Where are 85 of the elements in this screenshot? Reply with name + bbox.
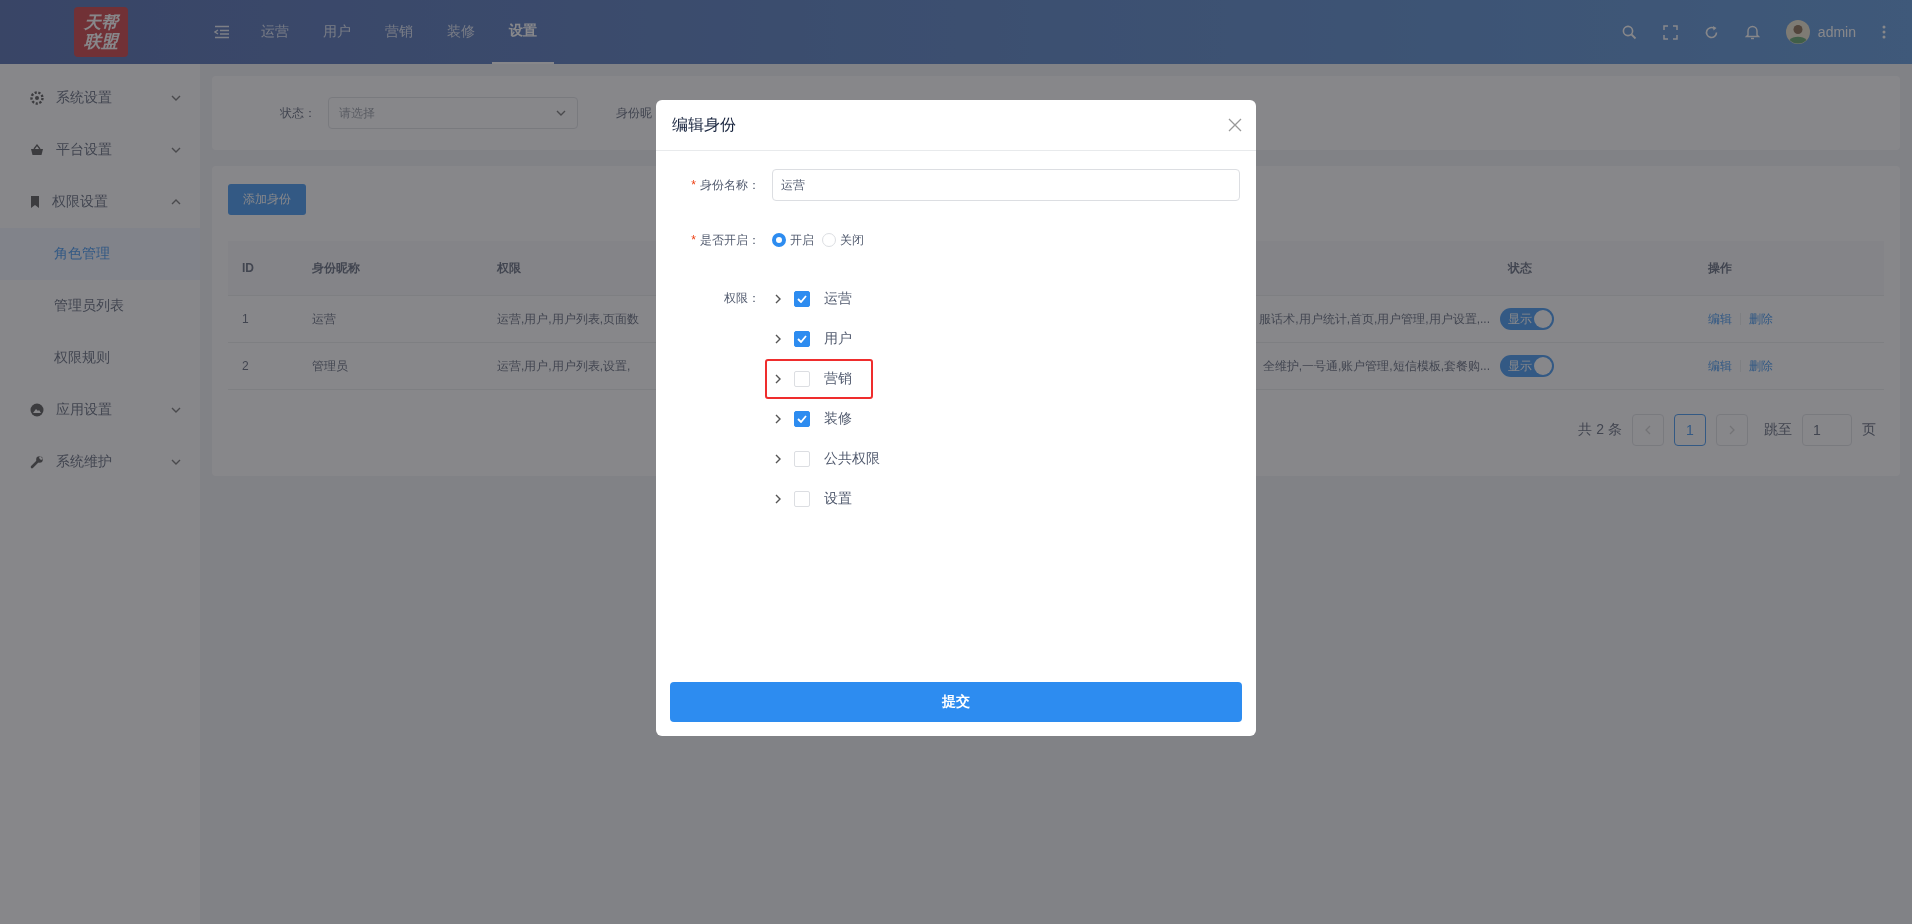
check-icon <box>797 335 807 343</box>
more-icon[interactable] <box>1882 25 1886 39</box>
wrench-icon <box>30 455 44 469</box>
table-cell: 运营,用户,用户列表,设置, <box>497 357 631 375</box>
table-cell-text: 2 <box>241 359 250 373</box>
basket-icon <box>30 143 44 157</box>
action-link[interactable]: 删除 <box>1749 310 1773 328</box>
sidebar-subitem[interactable]: 管理员列表 <box>0 280 200 332</box>
nav-tab[interactable]: 用户 <box>306 0 368 64</box>
tree-label[interactable]: 用户 <box>824 330 852 348</box>
role-name-input[interactable]: 运营 <box>772 169 1240 201</box>
table-cell: 运营,用户,用户列表,页面数 <box>497 310 639 328</box>
table-cell-text: 运营 <box>311 310 337 328</box>
action-link[interactable]: 编辑 <box>1708 357 1732 375</box>
logo: 天帮 联盟 <box>74 7 128 57</box>
page-button[interactable]: 1 <box>1674 414 1706 446</box>
tree-label[interactable]: 公共权限 <box>824 450 880 468</box>
radio-option[interactable]: 关闭 <box>822 231 864 249</box>
checkbox[interactable] <box>794 331 810 347</box>
column-header: 操作 <box>1707 259 1733 277</box>
sidebar-item[interactable]: 平台设置 <box>0 124 200 176</box>
sidebar-subitem[interactable]: 权限规则 <box>0 332 200 384</box>
tree-label[interactable]: 运营 <box>824 290 852 308</box>
table-cell-text: 管理员 <box>311 357 349 375</box>
sidebar-item[interactable]: 应用设置 <box>0 384 200 436</box>
check-icon <box>797 415 807 423</box>
sidebar-subitem[interactable]: 角色管理 <box>0 228 200 280</box>
checkbox[interactable] <box>794 411 810 427</box>
tree-item[interactable]: 设置 <box>765 479 873 519</box>
user-name[interactable]: admin <box>1817 24 1856 40</box>
expand-icon[interactable] <box>774 494 782 504</box>
field-label: 身份昵 <box>616 104 652 122</box>
tree-item[interactable]: 运营 <box>765 279 873 319</box>
expand-icon[interactable] <box>774 414 782 424</box>
menu-fold-icon[interactable] <box>214 25 230 39</box>
submit-button[interactable]: 提交 <box>670 682 1242 722</box>
bell-icon[interactable] <box>1744 24 1760 40</box>
column-header: ID <box>241 261 255 275</box>
tree-item[interactable]: 用户 <box>765 319 873 359</box>
status-toggle[interactable]: 显示 <box>1500 308 1554 330</box>
action-link[interactable]: 删除 <box>1749 357 1773 375</box>
check-icon <box>797 295 807 303</box>
bookmark-icon <box>30 195 40 209</box>
total-count: 共 2 条 <box>1578 421 1622 439</box>
expand-icon[interactable] <box>774 334 782 344</box>
sidebar-item[interactable]: 系统维护 <box>0 436 200 488</box>
nav-tab[interactable]: 设置 <box>492 0 554 64</box>
search-icon[interactable] <box>1621 24 1637 40</box>
nav-tab[interactable]: 装修 <box>430 0 492 64</box>
table-cell: 服话术,用户统计,首页,用户管理,用户设置,... <box>1259 310 1490 328</box>
add-role-button[interactable]: 添加身份 <box>228 184 306 215</box>
dialog-title: 编辑身份 <box>672 114 736 135</box>
field-label: * 是否开启： <box>690 231 761 249</box>
fullscreen-icon[interactable] <box>1662 24 1678 40</box>
sidebar-item[interactable]: 权限设置 <box>0 176 200 228</box>
refresh-icon[interactable] <box>1703 24 1719 40</box>
tree-item[interactable]: 装修 <box>765 399 873 439</box>
field-label: 状态： <box>280 104 316 122</box>
expand-icon[interactable] <box>774 374 782 384</box>
column-header: 身份昵称 <box>311 259 361 277</box>
close-icon[interactable] <box>1228 118 1242 132</box>
field-label: * 身份名称： <box>690 176 761 194</box>
avatar-icon[interactable] <box>1785 20 1810 44</box>
sidebar-item[interactable]: 系统设置 <box>0 72 200 124</box>
expand-icon[interactable] <box>774 454 782 464</box>
nav-tab[interactable]: 运营 <box>244 0 306 64</box>
gear-icon <box>30 91 44 105</box>
tree-label[interactable]: 装修 <box>824 410 852 428</box>
table-cell-text: 1 <box>241 312 250 326</box>
jump-label: 跳至 <box>1764 421 1792 439</box>
page-input[interactable]: 1 <box>1802 414 1852 446</box>
radio-option[interactable]: 开启 <box>772 231 814 249</box>
tree-label[interactable]: 设置 <box>824 490 852 508</box>
mountain-circle-icon <box>30 403 44 417</box>
page-suffix: 页 <box>1862 421 1876 439</box>
tree-label[interactable]: 营销 <box>824 370 852 388</box>
status-toggle[interactable]: 显示 <box>1500 355 1554 377</box>
column-header: 权限 <box>496 259 522 277</box>
checkbox[interactable] <box>794 291 810 307</box>
action-link[interactable]: 编辑 <box>1708 310 1732 328</box>
tree-item[interactable]: 公共权限 <box>765 439 892 479</box>
column-header: 状态 <box>1506 259 1533 277</box>
nav-tab[interactable]: 营销 <box>368 0 430 64</box>
field-label: 权限： <box>723 290 761 307</box>
expand-icon[interactable] <box>774 294 782 304</box>
